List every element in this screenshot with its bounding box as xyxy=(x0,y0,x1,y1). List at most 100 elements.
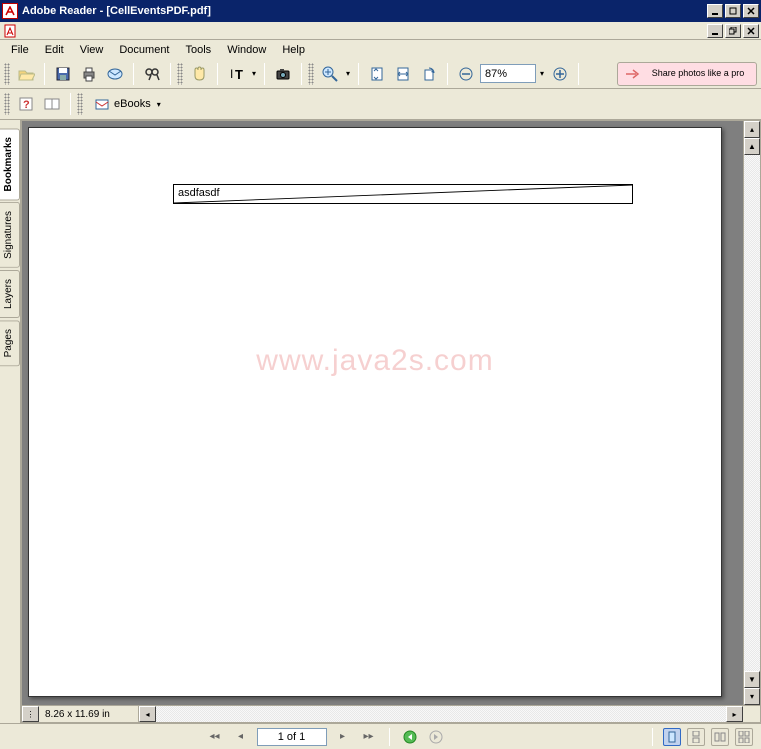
prev-page-button[interactable]: ◂ xyxy=(231,727,251,747)
zoom-out-button[interactable] xyxy=(454,62,478,86)
next-page-button[interactable]: ▸ xyxy=(333,727,353,747)
toolbar-grip[interactable] xyxy=(4,93,10,115)
facing-view-button[interactable] xyxy=(711,728,729,746)
forward-button[interactable] xyxy=(426,727,446,747)
mdi-minimize-button[interactable] xyxy=(707,24,723,38)
toolbar-separator xyxy=(264,63,265,85)
print-button[interactable] xyxy=(77,62,101,86)
table-cell: asdfasdf xyxy=(173,184,633,204)
toolbar-grip[interactable] xyxy=(308,63,314,85)
page-viewport[interactable]: asdfasdf www.java2s.com xyxy=(22,121,743,705)
hand-tool-button[interactable] xyxy=(187,62,211,86)
save-button[interactable] xyxy=(51,62,75,86)
tab-layers[interactable]: Layers xyxy=(0,270,20,318)
diagonal-line-icon xyxy=(174,185,632,203)
scroll-down-button[interactable]: ▼ xyxy=(744,671,760,688)
scroll-down-button-2[interactable]: ▾ xyxy=(744,688,760,705)
toolbar-separator xyxy=(70,93,71,115)
side-tabs: Bookmarks Signatures Layers Pages xyxy=(0,120,21,723)
scroll-up-button-2[interactable]: ▲ xyxy=(744,138,760,155)
share-photos-button[interactable]: Share photos like a pro xyxy=(617,62,757,86)
zoom-dropdown-icon[interactable]: ▾ xyxy=(344,69,352,78)
select-text-button[interactable]: IT xyxy=(224,62,248,86)
pdf-page: asdfasdf www.java2s.com xyxy=(28,127,722,697)
svg-text:I: I xyxy=(230,67,233,81)
back-button[interactable] xyxy=(400,727,420,747)
select-dropdown-icon[interactable]: ▾ xyxy=(250,69,258,78)
close-button[interactable] xyxy=(743,4,759,18)
ebooks-label: eBooks xyxy=(114,98,151,110)
tab-pages[interactable]: Pages xyxy=(0,320,20,366)
search-button[interactable] xyxy=(140,62,164,86)
toolbar-grip[interactable] xyxy=(4,63,10,85)
toolbar-grip[interactable] xyxy=(177,63,183,85)
menu-tools[interactable]: Tools xyxy=(179,42,219,58)
menu-document[interactable]: Document xyxy=(112,42,176,58)
hscroll-left-button[interactable]: ◂ xyxy=(139,706,156,722)
arrow-icon xyxy=(624,66,640,82)
toolbar-separator xyxy=(170,63,171,85)
hscroll-right-button[interactable]: ▸ xyxy=(726,706,743,722)
menu-view[interactable]: View xyxy=(73,42,111,58)
window-buttons xyxy=(707,4,759,18)
zoom-level-input[interactable]: 87% xyxy=(480,64,536,83)
single-page-view-button[interactable] xyxy=(663,728,681,746)
menu-edit[interactable]: Edit xyxy=(38,42,71,58)
menu-help[interactable]: Help xyxy=(275,42,312,58)
help-button[interactable]: ? xyxy=(14,92,38,116)
toolbar-separator xyxy=(301,63,302,85)
open-button[interactable] xyxy=(14,62,38,86)
fit-page-button[interactable] xyxy=(365,62,389,86)
toolbar-separator xyxy=(447,63,448,85)
toolbar-separator xyxy=(44,63,45,85)
last-page-button[interactable]: ▸▸ xyxy=(359,727,379,747)
first-page-button[interactable]: ◂◂ xyxy=(205,727,225,747)
hscroll-left-handle[interactable]: ⋮ xyxy=(22,706,39,722)
mdi-bar xyxy=(0,22,761,40)
toolbar-row-1: IT ▾ ▾ 87% ▾ Share photos like a pro xyxy=(0,59,761,89)
svg-text:T: T xyxy=(235,67,243,82)
window-title: Adobe Reader - [CellEventsPDF.pdf] xyxy=(22,5,707,17)
app-icon xyxy=(2,3,18,19)
email-button[interactable] xyxy=(103,62,127,86)
snapshot-button[interactable] xyxy=(271,62,295,86)
chevron-down-icon: ▾ xyxy=(155,100,163,109)
ebooks-button[interactable]: eBooks ▾ xyxy=(87,92,170,116)
page-dimensions: 8.26 x 11.69 in xyxy=(39,706,139,722)
tab-signatures[interactable]: Signatures xyxy=(0,202,20,268)
mdi-close-button[interactable] xyxy=(743,24,759,38)
document-icon xyxy=(2,23,18,39)
vertical-scrollbar[interactable]: ▴ ▲ ▼ ▾ xyxy=(743,121,760,705)
toolbar-separator xyxy=(217,63,218,85)
vscroll-track[interactable] xyxy=(744,155,760,671)
ebook-icon xyxy=(94,96,110,112)
nav-separator xyxy=(652,728,653,746)
zoom-level-dropdown-icon[interactable]: ▾ xyxy=(538,69,546,78)
minimize-button[interactable] xyxy=(707,4,723,18)
reading-button[interactable] xyxy=(40,92,64,116)
share-text: Share photos like a pro xyxy=(646,69,750,79)
zoom-in-button[interactable] xyxy=(318,62,342,86)
menu-file[interactable]: File xyxy=(4,42,36,58)
continuous-facing-view-button[interactable] xyxy=(735,728,753,746)
menu-window[interactable]: Window xyxy=(220,42,273,58)
main-area: Bookmarks Signatures Layers Pages asdfas… xyxy=(0,120,761,723)
toolbar-grip[interactable] xyxy=(77,93,83,115)
bottom-navbar: ◂◂ ◂ 1 of 1 ▸ ▸▸ xyxy=(0,723,761,749)
toolbar-row-2: ? eBooks ▾ xyxy=(0,89,761,119)
scroll-up-button[interactable]: ▴ xyxy=(744,121,760,138)
tab-bookmarks[interactable]: Bookmarks xyxy=(0,128,20,200)
document-area: asdfasdf www.java2s.com ▴ ▲ ▼ ▾ ⋮ 8.26 x… xyxy=(21,120,761,723)
page-number-input[interactable]: 1 of 1 xyxy=(257,728,327,746)
toolbar-area: IT ▾ ▾ 87% ▾ Share photos like a pro ? e… xyxy=(0,59,761,120)
maximize-button[interactable] xyxy=(725,4,741,18)
continuous-view-button[interactable] xyxy=(687,728,705,746)
mdi-restore-button[interactable] xyxy=(725,24,741,38)
fit-width-button[interactable] xyxy=(391,62,415,86)
scroll-corner xyxy=(743,706,760,722)
watermark-text: www.java2s.com xyxy=(256,344,493,378)
hscroll-track[interactable] xyxy=(156,706,726,722)
zoom-in-plus-button[interactable] xyxy=(548,62,572,86)
toolbar-separator xyxy=(133,63,134,85)
rotate-button[interactable] xyxy=(417,62,441,86)
